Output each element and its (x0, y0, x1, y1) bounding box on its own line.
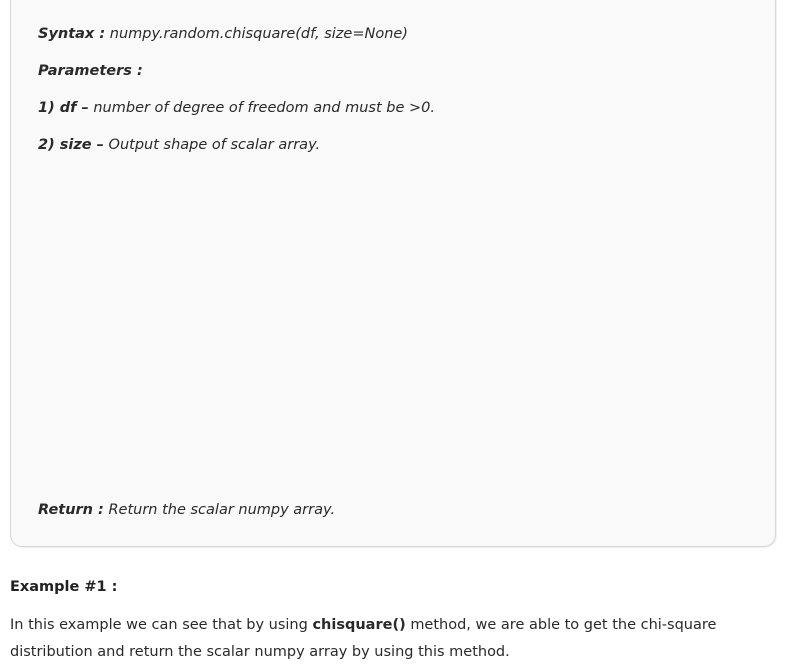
example-heading: Example #1 : (10, 579, 118, 595)
return-desc: Return the scalar numpy array. (108, 502, 336, 518)
param-size-line: 2) size – Output shape of scalar array. (38, 137, 320, 153)
param-df-label: 1) df – (38, 100, 89, 116)
parameters-line: Parameters : (38, 63, 143, 79)
parameters-label: Parameters : (38, 63, 143, 79)
param-size-desc: Output shape of scalar array. (108, 137, 321, 153)
paragraph-text-before: In this example we can see that by using (10, 617, 308, 633)
example-paragraph: In this example we can see that by using… (10, 612, 790, 666)
param-df-desc: number of degree of freedom and must be … (93, 100, 435, 116)
return-label: Return : (38, 502, 104, 518)
syntax-line: Syntax : numpy.random.chisquare(df, size… (38, 26, 408, 42)
syntax-value: numpy.random.chisquare(df, size=None) (109, 26, 408, 42)
param-size-label: 2) size – (38, 137, 104, 153)
param-df-line: 1) df – number of degree of freedom and … (38, 100, 435, 116)
method-name: chisquare() (312, 617, 406, 633)
return-line: Return : Return the scalar numpy array. (38, 502, 335, 518)
syntax-box: Syntax : numpy.random.chisquare(df, size… (10, 0, 776, 547)
syntax-label: Syntax : (38, 26, 106, 42)
